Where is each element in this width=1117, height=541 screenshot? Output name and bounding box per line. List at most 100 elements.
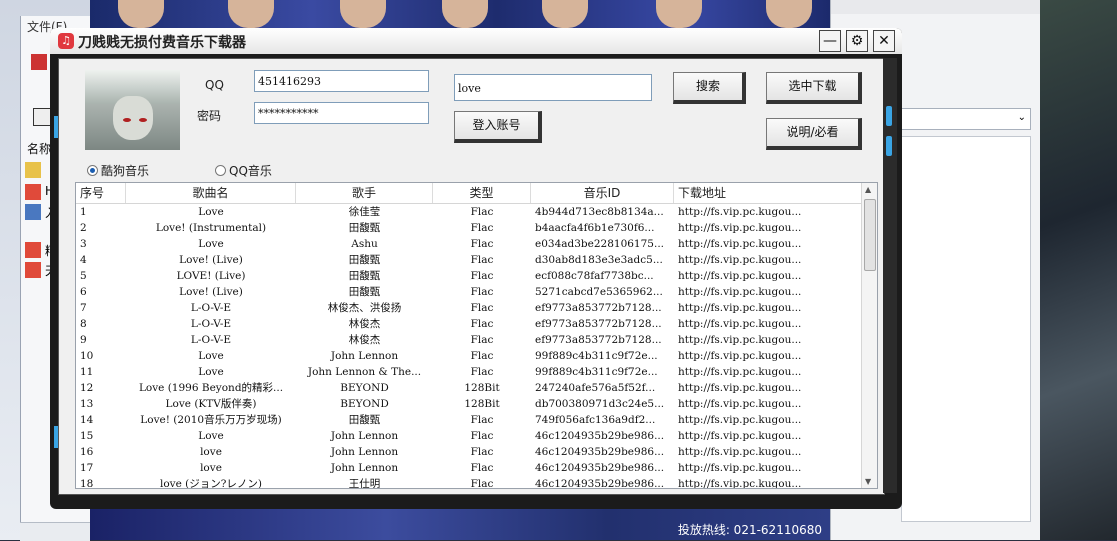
table-row[interactable]: 7 L-O-V-E 林俊杰、洪俊扬 Flac ef9773a853772b7128...… <box>76 300 861 316</box>
cell-music-id: ef9773a853772b7128... <box>535 302 662 314</box>
cell-type: Flac <box>470 350 494 362</box>
cell-artist: John Lennon <box>330 430 399 442</box>
scroll-thumb[interactable] <box>864 199 876 271</box>
cell-music-id: 749f056afc136a9df2... <box>535 414 656 426</box>
table-row[interactable]: 13 Love (KTV版伴奏) BEYOND 128Bit db700380971d3… <box>76 396 861 412</box>
cell-artist: Ashu <box>351 238 378 250</box>
col-header-music-id[interactable]: 音乐ID <box>531 183 674 203</box>
banner-face <box>766 0 812 28</box>
cell-music-id: ef9773a853772b7128... <box>535 334 662 346</box>
download-selected-button[interactable]: 选中下载 <box>766 72 862 104</box>
col-header-artist[interactable]: 歌手 <box>296 183 433 203</box>
table-row[interactable]: 3 Love Ashu Flac e034ad3be228106175... http:/… <box>76 236 861 252</box>
table-row[interactable]: 12 Love (1996 Beyond的精彩... BEYOND 128Bit 247… <box>76 380 861 396</box>
cell-download-url: http://fs.vip.pc.kugou... <box>678 270 802 282</box>
cell-song-name: Love <box>198 206 224 218</box>
table-row[interactable]: 5 LOVE! (Live) 田馥甄 Flac ecf088c78faf7738bc..… <box>76 268 861 284</box>
cell-download-url: http://fs.vip.pc.kugou... <box>678 446 802 458</box>
cell-type: Flac <box>470 238 494 250</box>
cell-type: Flac <box>470 430 494 442</box>
cell-music-id: 5271cabcd7e5365962... <box>535 286 663 298</box>
search-button[interactable]: 搜索 <box>673 72 746 104</box>
cell-artist: 田馥甄 <box>348 286 381 298</box>
table-row[interactable]: 8 L-O-V-E 林俊杰 Flac ef9773a853772b7128... http… <box>76 316 861 332</box>
radio-qq-music-label: QQ音乐 <box>229 164 272 178</box>
close-button[interactable]: ✕ <box>873 30 895 52</box>
cell-music-id: b4aacfa4f6b1e730f6... <box>535 222 655 234</box>
cell-song-name: LOVE! (Live) <box>176 270 246 282</box>
cell-music-id: ecf088c78faf7738bc... <box>535 270 654 282</box>
radio-kugou[interactable]: 酷狗音乐 <box>87 162 149 179</box>
table-row[interactable]: 14 Love! (2010音乐万万岁现场) 田馥甄 Flac 749f056afc13… <box>76 412 861 428</box>
settings-button[interactable]: ⚙ <box>846 30 868 52</box>
background-combo[interactable]: ⌄ <box>901 108 1031 130</box>
file-icon[interactable]: 天 <box>25 262 57 278</box>
scroll-up-icon[interactable]: ▲ <box>865 185 871 194</box>
cell-song-name: love <box>200 462 222 474</box>
title-bar[interactable]: ♫ 刀贱贱无损付费音乐下载器 — ⚙ ✕ <box>50 28 902 54</box>
cell-download-url: http://fs.vip.pc.kugou... <box>678 286 802 298</box>
folder-icon[interactable] <box>25 162 41 178</box>
col-header-type[interactable]: 类型 <box>433 183 531 203</box>
banner-face <box>118 0 164 28</box>
ad-banner-bottom[interactable]: 投放热线: 021-62110680 <box>90 505 830 540</box>
radio-unselected-icon <box>215 165 226 176</box>
desktop-wallpaper <box>1040 0 1117 540</box>
scroll-down-icon[interactable]: ▼ <box>865 477 871 486</box>
password-label: 密码 <box>197 109 222 123</box>
table-row[interactable]: 9 L-O-V-E 林俊杰 Flac ef9773a853772b7128... http… <box>76 332 861 348</box>
banner-face <box>542 0 588 28</box>
table-row[interactable]: 2 Love! (Instrumental) 田馥甄 Flac b4aacfa4f6b1… <box>76 220 861 236</box>
banner-face <box>228 0 274 28</box>
cell-music-id: 99f889c4b311c9f72e... <box>535 366 658 378</box>
table-row[interactable]: 4 Love! (Live) 田馥甄 Flac d30ab8d183e3e3adc5..… <box>76 252 861 268</box>
col-header-index[interactable]: 序号 <box>76 183 126 203</box>
name-column-header[interactable]: 名称 <box>27 140 51 157</box>
login-button[interactable]: 登入账号 <box>454 111 542 143</box>
cell-download-url: http://fs.vip.pc.kugou... <box>678 254 802 266</box>
rail-accent <box>886 106 892 126</box>
col-header-song[interactable]: 歌曲名 <box>126 183 296 203</box>
table-row[interactable]: 1 Love 徐佳莹 Flac 4b944d713ec8b8134a... http://… <box>76 204 861 220</box>
cell-artist: BEYOND <box>340 382 389 394</box>
table-row[interactable]: 15 Love John Lennon Flac 46c1204935b29be986.… <box>76 428 861 444</box>
table-row[interactable]: 17 love John Lennon Flac 46c1204935b29be986.… <box>76 460 861 476</box>
cell-download-url: http://fs.vip.pc.kugou... <box>678 430 802 442</box>
table-scrollbar[interactable]: ▲ ▼ <box>861 183 877 488</box>
song-results-table[interactable]: 序号 歌曲名 歌手 类型 音乐ID 下载地址 1 Love 徐佳莹 Flac 4b944… <box>75 182 878 489</box>
up-folder-icon[interactable] <box>33 108 51 126</box>
password-input[interactable]: *********** <box>254 102 429 124</box>
col-header-download-url[interactable]: 下载地址 <box>674 183 861 203</box>
table-row[interactable]: 6 Love! (Live) 田馥甄 Flac 5271cabcd7e5365962..… <box>76 284 861 300</box>
cell-song-name: Love! (Live) <box>179 254 243 266</box>
cell-song-name: L-O-V-E <box>190 334 232 346</box>
cell-song-name: love <box>200 446 222 458</box>
cell-song-name: Love! (Live) <box>179 286 243 298</box>
cell-index: 7 <box>80 302 87 314</box>
table-row[interactable]: 11 Love John Lennon & The... Flac 99f889c4b3… <box>76 364 861 380</box>
file-icon[interactable]: H <box>25 184 54 200</box>
cell-download-url: http://fs.vip.pc.kugou... <box>678 398 802 410</box>
search-input[interactable]: love <box>454 74 652 101</box>
cell-type: Flac <box>470 206 494 218</box>
qq-number-input[interactable]: 451416293 <box>254 70 429 92</box>
file-icon[interactable]: 精 <box>25 242 57 258</box>
table-row[interactable]: 10 Love John Lennon Flac 99f889c4b311c9f72e.… <box>76 348 861 364</box>
table-row[interactable]: 16 love John Lennon Flac 46c1204935b29be986.… <box>76 444 861 460</box>
cell-type: Flac <box>470 318 494 330</box>
radio-qq-music[interactable]: QQ音乐 <box>215 162 272 179</box>
cell-type: Flac <box>470 302 494 314</box>
minimize-button[interactable]: — <box>819 30 841 52</box>
cell-song-name: Love <box>198 366 224 378</box>
file-icon[interactable]: 入 <box>25 204 57 220</box>
radio-kugou-label: 酷狗音乐 <box>101 164 150 178</box>
cell-type: Flac <box>470 270 494 282</box>
table-row[interactable]: 18 love (ジョン?レノン) 王仕明 Flac 46c1204935b29be98… <box>76 476 861 488</box>
radio-selected-icon <box>87 165 98 176</box>
cell-index: 15 <box>80 430 94 442</box>
cell-index: 6 <box>80 286 87 298</box>
help-button[interactable]: 说明/必看 <box>766 118 862 150</box>
window-title: 刀贱贱无损付费音乐下载器 <box>78 35 246 51</box>
toolbar-app-icon[interactable] <box>31 54 47 70</box>
cell-artist: John Lennon <box>330 446 399 458</box>
